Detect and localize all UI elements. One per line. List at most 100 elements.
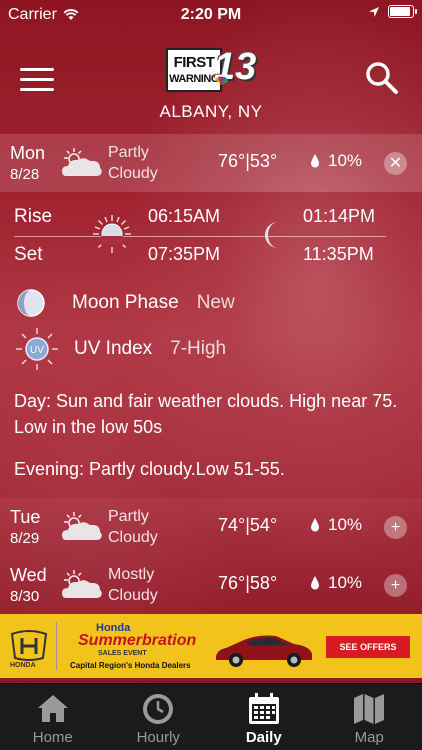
ad-title-2: Summerbration bbox=[78, 632, 197, 649]
moon-phase-icon bbox=[17, 289, 45, 317]
condition-line-2: Cloudy bbox=[108, 529, 158, 546]
day-row-tue[interactable]: Tue 8/29 Partly Cloudy 74°|54° 10% + bbox=[0, 498, 422, 556]
sunrise-time: 06:15AM bbox=[148, 206, 221, 226]
uv-index-value: 7-High bbox=[170, 338, 227, 359]
moonset-time: 11:35PM bbox=[303, 244, 374, 264]
status-time: 2:20 PM bbox=[180, 6, 242, 23]
condition-line-2: Cloudy bbox=[108, 587, 158, 604]
clock-icon bbox=[143, 694, 174, 724]
menu-bar bbox=[20, 68, 54, 71]
low-temp: 54° bbox=[249, 515, 278, 535]
moon-phase-row: Moon Phase New bbox=[14, 286, 235, 320]
low-temp: 58° bbox=[249, 573, 278, 593]
condition-line-1: Partly bbox=[108, 508, 149, 525]
high-temp: 74° bbox=[218, 515, 246, 535]
day-row-mon[interactable]: Mon 8/28 Partly Cloudy 76°|53° 10% ✕ bbox=[0, 134, 422, 192]
condition-line-1: Partly bbox=[108, 144, 149, 161]
raindrop-icon bbox=[311, 576, 319, 590]
uv-icon-text: UV bbox=[30, 345, 44, 356]
status-right bbox=[368, 5, 417, 18]
car-image bbox=[216, 635, 312, 667]
menu-button[interactable] bbox=[20, 68, 54, 94]
moonrise-time: 01:14PM bbox=[303, 206, 376, 226]
precip-chance: 10% bbox=[310, 573, 362, 593]
condition: Partly Cloudy bbox=[108, 142, 158, 184]
logo-number: 13 bbox=[214, 46, 257, 88]
high-temp: 76° bbox=[218, 151, 246, 171]
tab-bar: Home Hourly Daily Map bbox=[0, 683, 422, 750]
day-row-wed[interactable]: Wed 8/30 Mostly Cloudy 76°|58° 10% + bbox=[0, 556, 422, 614]
low-temp: 53° bbox=[249, 151, 278, 171]
day-name: Mon bbox=[10, 143, 46, 163]
battery-fill bbox=[390, 7, 410, 16]
raindrop-icon bbox=[311, 518, 319, 532]
ad-banner[interactable]: HONDA Honda Summerbration SALES EVENT Ca… bbox=[0, 614, 422, 678]
expand-button[interactable]: + bbox=[384, 574, 407, 597]
sun-icon bbox=[93, 215, 131, 253]
day-name: Tue bbox=[10, 507, 41, 527]
ad-dealer: Capital Region's Honda Dealers bbox=[70, 661, 191, 670]
day-date: 8/28 bbox=[10, 166, 40, 183]
uv-index-row: UV UV Index 7-High bbox=[14, 326, 226, 372]
day-date: 8/30 bbox=[10, 588, 40, 605]
tab-daily[interactable]: Daily bbox=[211, 684, 317, 750]
precip-value: 10% bbox=[328, 573, 363, 592]
moon-phase-label: Moon Phase bbox=[72, 292, 179, 313]
collapse-button[interactable]: ✕ bbox=[384, 152, 407, 175]
tab-label: Daily bbox=[245, 729, 282, 746]
map-icon bbox=[354, 694, 385, 724]
evening-forecast-text: Evening: Partly cloudy.Low 51-55. bbox=[14, 459, 285, 479]
see-offers-button[interactable]: SEE OFFERS bbox=[326, 636, 410, 658]
rise-set-divider bbox=[14, 236, 386, 237]
honda-brand: HONDA bbox=[10, 662, 36, 669]
sunset-time: 07:35PM bbox=[148, 244, 221, 264]
temperatures: 74°|54° bbox=[218, 515, 277, 536]
tab-map[interactable]: Map bbox=[317, 684, 422, 750]
moon-icon bbox=[265, 222, 278, 248]
tab-label: Hourly bbox=[136, 729, 180, 746]
moon-phase-value: New bbox=[196, 292, 235, 313]
day-date: 8/29 bbox=[10, 530, 40, 547]
temperatures: 76°|53° bbox=[218, 151, 277, 172]
precip-value: 10% bbox=[328, 151, 363, 170]
tab-home[interactable]: Home bbox=[0, 684, 106, 750]
tab-hourly[interactable]: Hourly bbox=[106, 684, 212, 750]
condition: Partly Cloudy bbox=[108, 506, 158, 548]
expand-button[interactable]: + bbox=[384, 516, 407, 539]
honda-logo-icon bbox=[10, 630, 48, 661]
ad-subtitle: SALES EVENT bbox=[98, 650, 147, 657]
precip-value: 10% bbox=[328, 515, 363, 534]
nbc-peacock-icon bbox=[215, 76, 228, 85]
rise-label: Rise bbox=[14, 206, 53, 227]
uv-index-icon: UV bbox=[16, 328, 58, 370]
partly-cloudy-icon bbox=[62, 512, 102, 540]
precip-chance: 10% bbox=[310, 151, 362, 171]
logo-text-first: FIRST bbox=[173, 54, 215, 71]
raindrop-icon bbox=[311, 154, 319, 168]
app-header: FIRST WARNING 13 ALBANY, NY bbox=[0, 30, 422, 130]
condition-line-1: Mostly bbox=[108, 566, 155, 583]
search-icon[interactable] bbox=[364, 60, 400, 96]
status-bar: Carrier 2:20 PM bbox=[0, 0, 422, 30]
battery-icon bbox=[388, 5, 417, 18]
logo-text-warning: WARNING bbox=[169, 73, 219, 85]
menu-bar bbox=[20, 78, 54, 81]
tab-label: Map bbox=[354, 729, 384, 746]
condition-line-2: Cloudy bbox=[108, 165, 158, 182]
uv-index-label: UV Index bbox=[74, 338, 153, 359]
high-temp: 76° bbox=[218, 573, 246, 593]
partly-cloudy-icon bbox=[62, 148, 102, 176]
tab-label: Home bbox=[32, 729, 73, 746]
ad-divider bbox=[56, 622, 57, 670]
condition: Mostly Cloudy bbox=[108, 564, 158, 606]
location-arrow-icon bbox=[369, 6, 379, 17]
day-forecast-text: Day: Sun and fair weather clouds. High n… bbox=[14, 391, 398, 437]
menu-bar bbox=[20, 88, 54, 91]
mostly-cloudy-icon bbox=[62, 570, 102, 598]
temperatures: 76°|58° bbox=[218, 573, 277, 594]
calendar-icon bbox=[248, 693, 279, 724]
precip-chance: 10% bbox=[310, 515, 362, 535]
day-name: Wed bbox=[10, 565, 47, 585]
location-label[interactable]: ALBANY, NY bbox=[0, 102, 422, 122]
home-icon bbox=[37, 695, 68, 722]
